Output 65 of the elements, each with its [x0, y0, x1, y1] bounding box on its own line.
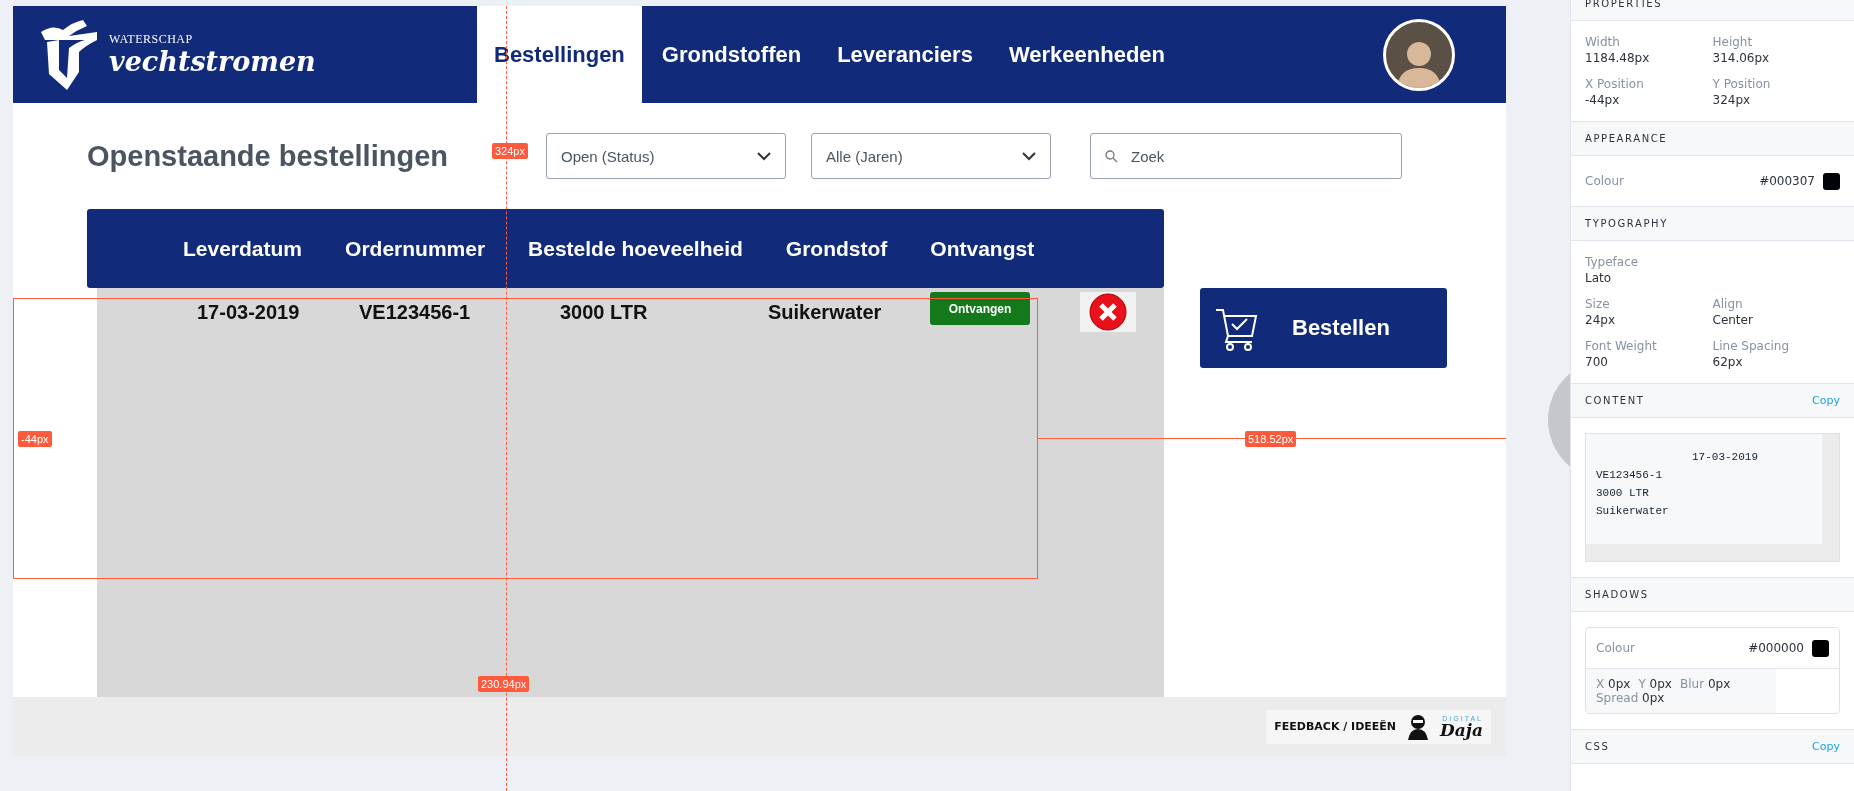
section-heading: CONTENT [1585, 395, 1645, 406]
shadow-param: Y 0px [1638, 677, 1672, 691]
property-label: X Position [1585, 77, 1645, 91]
property-label: Height [1712, 35, 1754, 49]
table-cell-text: 3000 LTR [560, 300, 649, 324]
ninja-icon [1406, 713, 1431, 740]
logo-name: vechtstromen [109, 47, 316, 77]
chevron-down-icon [757, 151, 771, 161]
search-icon [1105, 150, 1118, 163]
measurement-label: 518.52px [1245, 431, 1297, 447]
property-label: Align [1712, 297, 1744, 311]
nav-tab[interactable]: Werkeenheden [992, 6, 1181, 103]
chevron-down-icon [1022, 151, 1036, 161]
section-heading: SHADOWS [1585, 589, 1649, 600]
property-label: Typeface [1585, 255, 1640, 269]
column-header: Grondstof [785, 236, 888, 261]
nav-tab[interactable]: Leveranciers [821, 6, 989, 103]
table-cell-text: VE123456-1 [359, 300, 472, 324]
property-value: #000307 [1759, 174, 1815, 188]
property-label: Colour [1596, 641, 1635, 655]
shadow-param: X 0px [1596, 677, 1631, 691]
property-label: Size [1585, 297, 1611, 311]
property-value: 1184.48px [1585, 51, 1651, 65]
nav-tab[interactable]: Grondstoffen [645, 6, 818, 103]
section-heading: TYPOGRAPHY [1585, 218, 1668, 229]
order-button[interactable]: Bestellen [1200, 288, 1447, 368]
nav-tab[interactable]: Bestellingen [477, 6, 642, 103]
logo-icon [39, 17, 99, 92]
column-header: Ontvangst [930, 236, 1035, 261]
property-value: Lato [1585, 271, 1613, 285]
property-value: Center [1712, 313, 1754, 327]
property-label: Y Position [1712, 77, 1772, 91]
property-label: Width [1585, 35, 1621, 49]
property-label: Line Spacing [1712, 339, 1791, 353]
content-textarea[interactable]: 17-03-2019 VE123456-1 3000 LTR Suikerwater [1585, 433, 1840, 562]
column-header: Leverdatum [183, 236, 303, 261]
property-label: Font Weight [1585, 339, 1658, 353]
property-value: 62px [1712, 355, 1744, 369]
measurement-label: -44px [18, 431, 52, 447]
property-label: Colour [1585, 174, 1624, 188]
section-heading: PROPERTIES [1585, 0, 1663, 9]
property-value: -44px [1585, 93, 1621, 107]
close-icon [1088, 292, 1128, 332]
search-field[interactable]: Zoek [1090, 133, 1402, 179]
property-value: #000000 [1748, 641, 1804, 655]
filter-dropdown[interactable]: Alle (Jaren) [811, 133, 1051, 179]
column-header: Bestelde hoeveelheid [528, 236, 743, 261]
delete-button[interactable] [1080, 292, 1136, 332]
shadow-param: Spread 0px [1596, 691, 1665, 705]
property-value: 324px [1712, 93, 1752, 107]
page-title: Openstaande bestellingen [87, 139, 448, 173]
section-heading: CSS [1585, 741, 1610, 752]
column-header: Ordernummer [345, 236, 486, 261]
shadow-param: Blur 0px [1679, 677, 1731, 691]
table-cell-text: Suikerwater [768, 300, 883, 324]
property-value: 314.06px [1712, 51, 1771, 65]
filter-dropdown[interactable]: Open (Status) [546, 133, 786, 179]
measurement-label: 324px [492, 143, 528, 159]
measurement-label: 230.94px [478, 676, 530, 692]
section-heading: APPEARANCE [1585, 133, 1668, 144]
status-badge: Ontvangen [930, 292, 1030, 325]
property-value: 24px [1585, 313, 1616, 327]
table-cell-text: 17-03-2019 [197, 300, 301, 324]
logo-subtitle: WATERSCHAP [109, 32, 194, 47]
property-value: 700 [1585, 355, 1609, 369]
